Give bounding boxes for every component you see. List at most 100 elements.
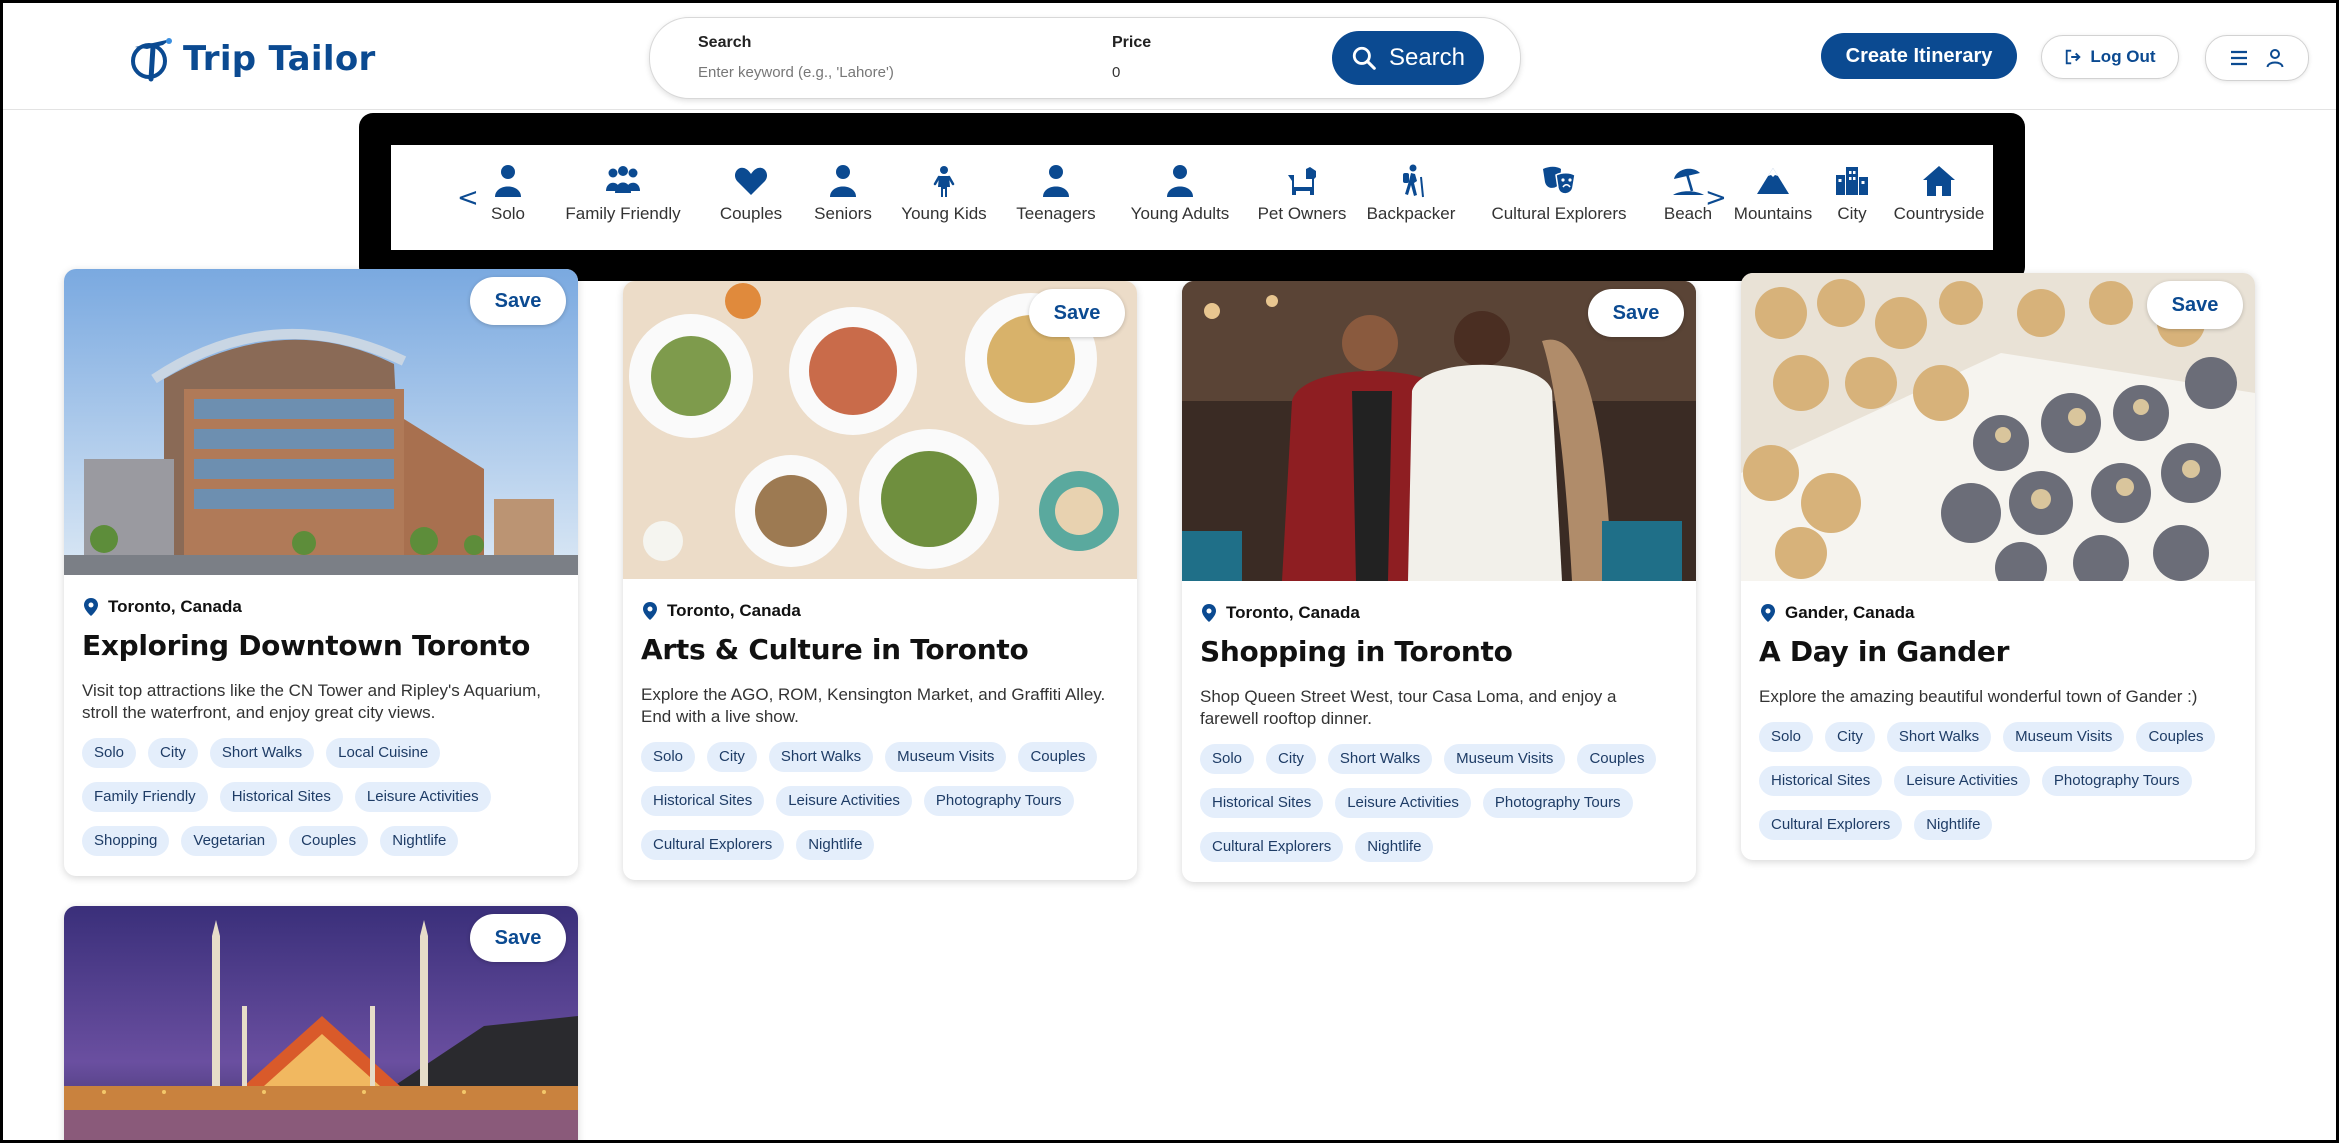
- tag[interactable]: Photography Tours: [923, 786, 1074, 816]
- tag[interactable]: Cultural Explorers: [1200, 832, 1344, 862]
- tag[interactable]: Nightlife: [796, 830, 875, 860]
- category-next-arrow[interactable]: >: [1705, 183, 1727, 213]
- tag[interactable]: Shopping: [82, 826, 170, 856]
- save-button[interactable]: Save: [1029, 289, 1125, 337]
- tag[interactable]: Leisure Activities: [776, 786, 912, 816]
- card-title[interactable]: Arts & Culture in Toronto: [641, 633, 1119, 666]
- save-button[interactable]: Save: [470, 914, 566, 962]
- tag[interactable]: Couples: [2136, 722, 2216, 752]
- category-teenagers[interactable]: Teenagers: [1001, 145, 1111, 250]
- tag[interactable]: Couples: [1577, 744, 1657, 774]
- save-button[interactable]: Save: [2147, 281, 2243, 329]
- tag[interactable]: Historical Sites: [1759, 766, 1883, 796]
- tag[interactable]: Short Walks: [1327, 744, 1433, 774]
- category-cultural-explorers[interactable]: Cultural Explorers: [1467, 145, 1651, 250]
- tag[interactable]: City: [148, 738, 198, 768]
- card-body: Gander, Canada A Day in Gander Explore t…: [1741, 581, 2255, 860]
- tag[interactable]: City: [1266, 744, 1316, 774]
- card-title[interactable]: Shopping in Toronto: [1200, 635, 1678, 668]
- tag[interactable]: Photography Tours: [2041, 766, 2192, 796]
- category-countryside[interactable]: Countryside: [1883, 145, 1995, 250]
- card-title[interactable]: Exploring Downtown Toronto: [82, 629, 560, 662]
- trip-card[interactable]: Save Gander, Canada A Day in Gander Expl…: [1741, 273, 2255, 860]
- tag[interactable]: Historical Sites: [1200, 788, 1324, 818]
- tag[interactable]: Nightlife: [1355, 832, 1434, 862]
- trip-image: Save: [64, 269, 578, 575]
- category-young-kids[interactable]: Young Kids: [887, 145, 1001, 250]
- category-label: Seniors: [814, 204, 872, 223]
- tag[interactable]: Museum Visits: [1444, 744, 1566, 774]
- trip-card[interactable]: Save: [64, 906, 578, 1140]
- price-input[interactable]: [1112, 60, 1272, 84]
- price-label: Price: [1112, 34, 1152, 51]
- category-solo[interactable]: Solo: [473, 145, 543, 250]
- trip-card[interactable]: Save Toronto, Canada Shopping in Toronto…: [1182, 281, 1696, 882]
- category-label: Mountains: [1733, 204, 1813, 223]
- category-bar: < Solo Family Friendly Couples Seniors Y…: [391, 145, 1993, 250]
- family-icon: [606, 166, 640, 193]
- save-button[interactable]: Save: [470, 277, 566, 325]
- logo-text: Trip Tailor: [183, 39, 376, 79]
- tag[interactable]: City: [707, 742, 757, 772]
- tag[interactable]: Solo: [1200, 744, 1255, 774]
- tag[interactable]: Nightlife: [380, 826, 459, 856]
- tag[interactable]: Historical Sites: [641, 786, 765, 816]
- card-body: Toronto, Canada Exploring Downtown Toron…: [64, 575, 578, 876]
- category-pet-owners[interactable]: Pet Owners: [1249, 145, 1355, 250]
- tag[interactable]: Leisure Activities: [1894, 766, 2030, 796]
- card-title[interactable]: A Day in Gander: [1759, 635, 2237, 668]
- tag[interactable]: Solo: [1759, 722, 1814, 752]
- tag[interactable]: Cultural Explorers: [641, 830, 785, 860]
- card-location-text: Toronto, Canada: [1226, 603, 1360, 622]
- category-family-friendly[interactable]: Family Friendly: [543, 145, 703, 250]
- tag[interactable]: Family Friendly: [82, 782, 208, 812]
- category-label: Pet Owners: [1257, 204, 1347, 223]
- tag[interactable]: Cultural Explorers: [1759, 810, 1903, 840]
- tag[interactable]: Historical Sites: [219, 782, 343, 812]
- tag[interactable]: Local Cuisine: [326, 738, 441, 768]
- tag[interactable]: Short Walks: [768, 742, 874, 772]
- trip-image: Save: [1182, 281, 1696, 581]
- card-location-text: Gander, Canada: [1785, 603, 1915, 622]
- tag[interactable]: Short Walks: [209, 738, 315, 768]
- save-button[interactable]: Save: [1588, 289, 1684, 337]
- category-city[interactable]: City: [1821, 145, 1883, 250]
- logout-button[interactable]: Log Out: [2041, 35, 2179, 79]
- heart-icon: [734, 167, 768, 195]
- house-icon: [1923, 166, 1955, 196]
- search-button[interactable]: Search: [1332, 31, 1484, 85]
- tag[interactable]: Vegetarian: [181, 826, 278, 856]
- card-location: Gander, Canada: [1759, 603, 2237, 623]
- tag[interactable]: Solo: [82, 738, 137, 768]
- trip-card[interactable]: Save Toronto, Canada Arts & Culture in T…: [623, 281, 1137, 880]
- tag[interactable]: Photography Tours: [1482, 788, 1633, 818]
- category-label: Countryside: [1893, 204, 1985, 223]
- category-backpacker[interactable]: Backpacker: [1355, 145, 1467, 250]
- category-label: Young Kids: [901, 204, 987, 223]
- tag[interactable]: Solo: [641, 742, 696, 772]
- app-frame: Trip Tailor Search Price Search Create I…: [0, 0, 2339, 1143]
- create-itinerary-button[interactable]: Create Itinerary: [1821, 33, 2017, 79]
- mountain-icon: [1757, 168, 1789, 194]
- location-pin-icon: [1761, 604, 1775, 622]
- tag[interactable]: Nightlife: [1914, 810, 1993, 840]
- city-icon: [1836, 167, 1868, 195]
- tag[interactable]: Museum Visits: [885, 742, 1007, 772]
- tag[interactable]: Museum Visits: [2003, 722, 2125, 752]
- trip-card[interactable]: Save Toronto, Canada Exploring Downtown …: [64, 269, 578, 876]
- category-young-adults[interactable]: Young Adults: [1111, 145, 1249, 250]
- tag[interactable]: Couples: [1018, 742, 1098, 772]
- card-description: Visit top attractions like the CN Tower …: [82, 681, 541, 722]
- logo[interactable]: Trip Tailor: [127, 31, 376, 87]
- category-seniors[interactable]: Seniors: [799, 145, 887, 250]
- tag[interactable]: Couples: [289, 826, 369, 856]
- tag[interactable]: Leisure Activities: [354, 782, 491, 812]
- user-menu-button[interactable]: [2205, 35, 2309, 81]
- tag[interactable]: Short Walks: [1886, 722, 1992, 752]
- category-mountains[interactable]: Mountains: [1725, 145, 1821, 250]
- tag[interactable]: City: [1825, 722, 1875, 752]
- card-description: Shop Queen Street West, tour Casa Loma, …: [1200, 687, 1617, 728]
- category-couples[interactable]: Couples: [703, 145, 799, 250]
- search-input[interactable]: [698, 60, 1058, 84]
- tag[interactable]: Leisure Activities: [1335, 788, 1471, 818]
